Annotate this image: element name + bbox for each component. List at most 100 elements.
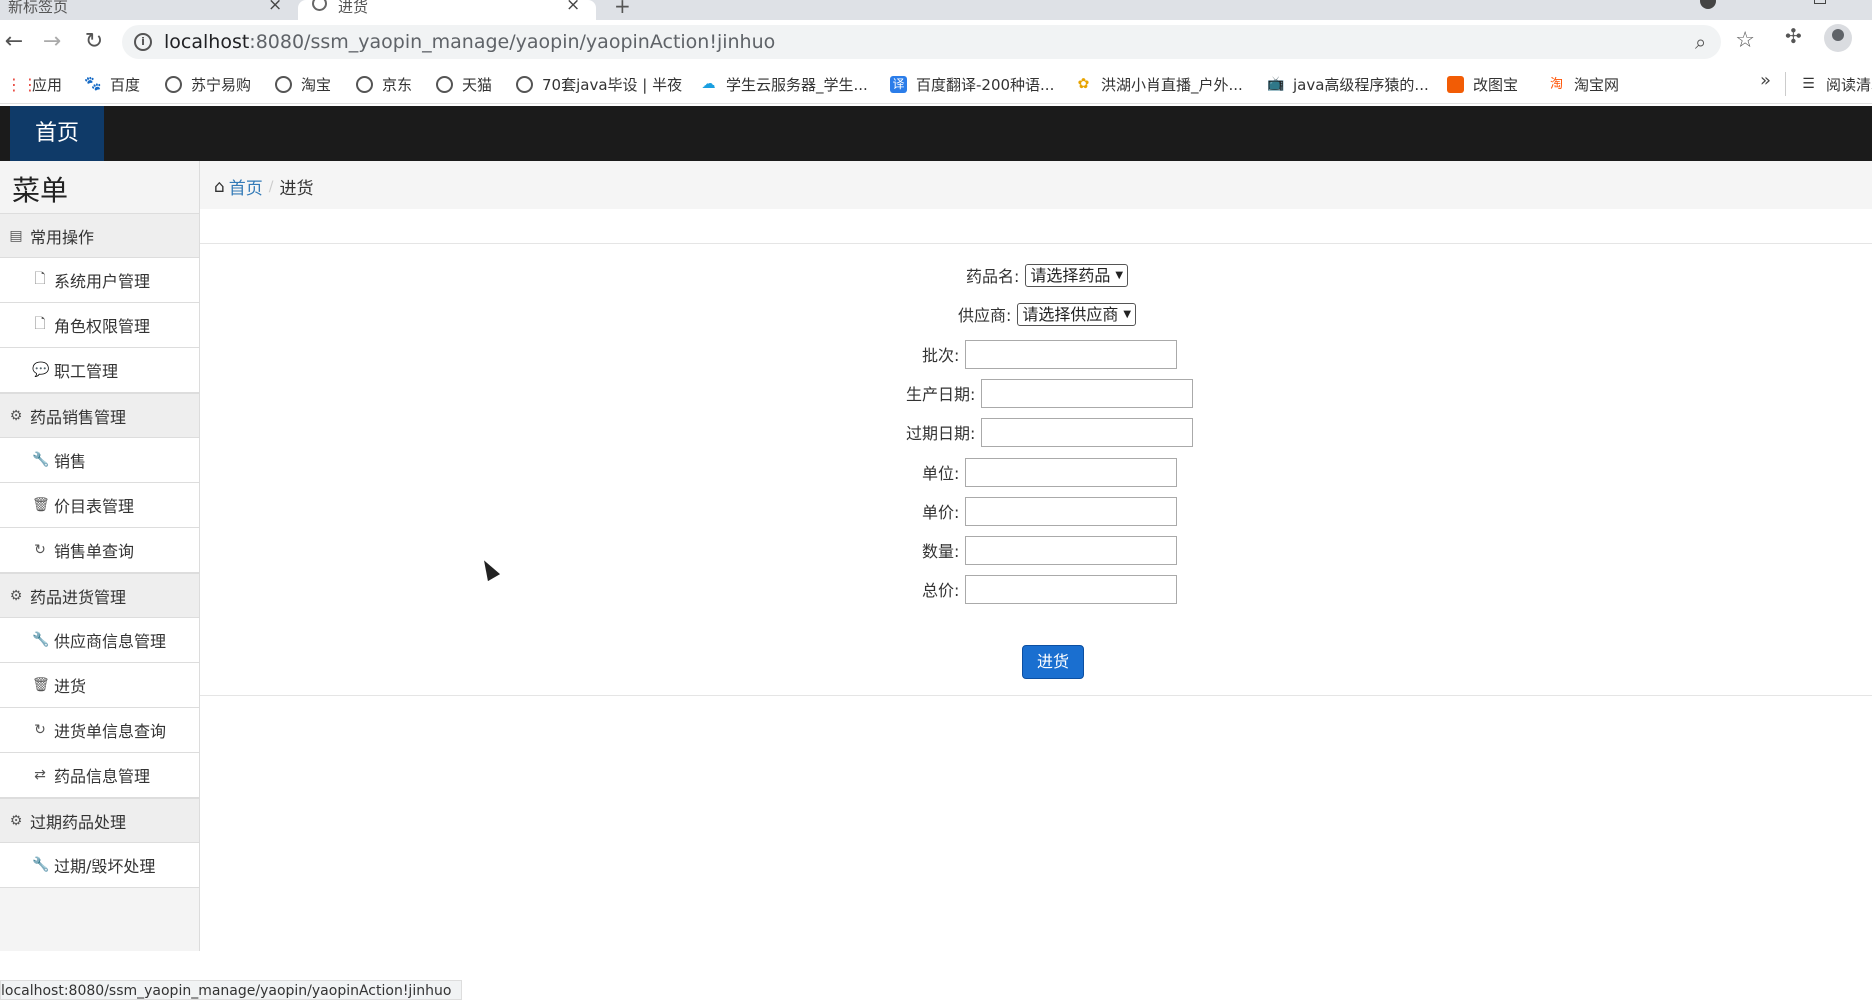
content-divider-bottom bbox=[200, 695, 1872, 696]
production-date-input[interactable] bbox=[981, 378, 1194, 408]
huya-icon: ✿ bbox=[1077, 75, 1090, 92]
reading-list-button[interactable]: ☰ 阅读清单 bbox=[1800, 73, 1872, 95]
expiry-date-input[interactable] bbox=[981, 417, 1194, 447]
menu-group-purchase[interactable]: ⚙ 药品进货管理 bbox=[0, 573, 199, 618]
menu-group-label: 药品销售管理 bbox=[30, 407, 127, 427]
form-row-batch: 批次: bbox=[922, 339, 1178, 369]
browser-tab-jinhuo[interactable]: 进货 × bbox=[298, 0, 596, 20]
file-icon: 🗋 bbox=[34, 271, 46, 287]
tab-title: 进货 bbox=[338, 0, 369, 16]
bookmark-taobao-net[interactable]: 淘 淘宝网 bbox=[1548, 73, 1619, 95]
sidebar-item-drug-info[interactable]: ⇄ 药品信息管理 bbox=[0, 753, 199, 798]
sidebar-item-staff[interactable]: 💬 职工管理 bbox=[0, 348, 199, 393]
bookmark-suning[interactable]: 苏宁易购 bbox=[165, 73, 251, 95]
globe-icon bbox=[275, 75, 292, 93]
retweet-icon: ⇄ bbox=[34, 767, 46, 783]
unit-price-input[interactable] bbox=[965, 496, 1178, 526]
bookmarks-overflow-button[interactable]: » bbox=[1760, 70, 1771, 91]
window-restore-icon[interactable] bbox=[1814, 0, 1826, 4]
sidebar: 菜单 ▤ 常用操作 🗋 系统用户管理 🗋 角色权限管理 💬 职工管理 ⚙ 药品销… bbox=[0, 161, 200, 951]
batch-label: 批次: bbox=[922, 346, 960, 365]
breadcrumb-bar: ⌂ 首页 / 进货 bbox=[200, 161, 1872, 209]
bookmark-label: 70套java毕设 | 半夜 bbox=[542, 75, 683, 94]
bookmark-tmall[interactable]: 天猫 bbox=[436, 73, 492, 95]
bookmark-baidu[interactable]: 🐾 百度 bbox=[84, 73, 140, 95]
address-bar[interactable]: i localhost:8080/ssm_yaopin_manage/yaopi… bbox=[122, 25, 1755, 59]
close-icon[interactable]: × bbox=[268, 0, 282, 15]
sidebar-item-label: 系统用户管理 bbox=[54, 272, 151, 291]
profile-avatar-icon[interactable] bbox=[1824, 24, 1852, 52]
sidebar-item-sale[interactable]: 🔧 销售 bbox=[0, 438, 199, 483]
sidebar-item-price-list[interactable]: 🗑 价目表管理 bbox=[0, 483, 199, 528]
refresh-icon: ↻ bbox=[34, 542, 46, 558]
comment-icon: 💬 bbox=[32, 362, 50, 378]
globe-icon bbox=[312, 0, 327, 11]
browser-toolbar: ← → ↻ i localhost:8080/ssm_yaopin_manage… bbox=[0, 20, 1872, 64]
form-row-expiry-date: 过期日期: bbox=[906, 417, 1194, 447]
tab-title: 新标签页 bbox=[8, 0, 69, 16]
wrench-icon: 🔧 bbox=[32, 857, 50, 873]
url-text[interactable]: localhost:8080/ssm_yaopin_manage/yaopin/… bbox=[164, 31, 775, 53]
sidebar-item-purchase-query[interactable]: ↻ 进货单信息查询 bbox=[0, 708, 199, 753]
site-info-icon[interactable]: i bbox=[134, 33, 152, 51]
bookmark-baidu-translate[interactable]: 译 百度翻译-200种语... bbox=[890, 73, 1054, 95]
sidebar-item-label: 进货单信息查询 bbox=[54, 722, 167, 741]
back-arrow-icon[interactable]: ← bbox=[0, 28, 28, 56]
quantity-input[interactable] bbox=[965, 535, 1178, 565]
bookmark-label: 改图宝 bbox=[1473, 75, 1519, 94]
sidebar-item-label: 角色权限管理 bbox=[54, 317, 151, 336]
sidebar-menu: ▤ 常用操作 🗋 系统用户管理 🗋 角色权限管理 💬 职工管理 ⚙ 药品销售管理… bbox=[0, 213, 199, 888]
batch-input[interactable] bbox=[965, 339, 1178, 369]
menu-group-common[interactable]: ▤ 常用操作 bbox=[0, 213, 199, 258]
forward-arrow-icon[interactable]: → bbox=[38, 28, 66, 56]
drug-label: 药品名: bbox=[966, 267, 1020, 286]
url-host: localhost bbox=[164, 31, 250, 53]
breadcrumb-separator: / bbox=[268, 178, 274, 195]
sidebar-item-expired-damaged[interactable]: 🔧 过期/毁坏处理 bbox=[0, 843, 199, 888]
new-tab-button[interactable]: + bbox=[614, 0, 631, 18]
sidebar-item-purchase[interactable]: 🗑 进货 bbox=[0, 663, 199, 708]
bookmark-label: 淘宝 bbox=[301, 75, 332, 94]
close-icon[interactable]: × bbox=[566, 0, 580, 15]
bookmark-label: java高级程序猿的... bbox=[1293, 75, 1429, 94]
sidebar-item-supplier[interactable]: 🔧 供应商信息管理 bbox=[0, 618, 199, 663]
gear-icon: ⚙ bbox=[9, 812, 23, 829]
bookmark-apps[interactable]: ⋮⋮ 应用 bbox=[6, 73, 62, 95]
bookmark-label: 淘宝网 bbox=[1574, 75, 1620, 94]
bookmark-bilibili[interactable]: 📺 java高级程序猿的... bbox=[1267, 73, 1429, 95]
unit-label: 单位: bbox=[922, 464, 960, 483]
menu-group-sales[interactable]: ⚙ 药品销售管理 bbox=[0, 393, 199, 438]
bookmark-huya[interactable]: ✿ 洪湖小肖直播_户外... bbox=[1075, 73, 1243, 95]
file-icon: 🗋 bbox=[34, 316, 46, 332]
breadcrumb-home-link[interactable]: 首页 bbox=[229, 174, 263, 199]
supplier-select[interactable]: 请选择供应商 ▼ bbox=[1017, 302, 1137, 326]
translate-icon: 译 bbox=[890, 75, 907, 93]
quantity-label: 数量: bbox=[922, 542, 960, 561]
tab-search-icon[interactable] bbox=[1700, 0, 1716, 9]
purchase-submit-button[interactable]: 进货 bbox=[1022, 645, 1084, 679]
nav-home-link[interactable]: 首页 bbox=[10, 106, 104, 161]
url-path: :8080/ssm_yaopin_manage/yaopin/yaopinAct… bbox=[249, 31, 776, 53]
extensions-puzzle-icon[interactable]: ✣ bbox=[1785, 24, 1802, 48]
bookmark-gaitubao[interactable]: 改图宝 bbox=[1447, 73, 1518, 95]
unit-input[interactable] bbox=[965, 457, 1178, 487]
bookmark-star-icon[interactable]: ☆ bbox=[1735, 28, 1755, 53]
sidebar-item-label: 供应商信息管理 bbox=[54, 632, 167, 651]
sidebar-item-sales-query[interactable]: ↻ 销售单查询 bbox=[0, 528, 199, 573]
menu-group-label: 常用操作 bbox=[30, 227, 95, 247]
reload-icon[interactable]: ↻ bbox=[80, 28, 108, 56]
bookmark-taobao[interactable]: 淘宝 bbox=[275, 73, 331, 95]
menu-group-expired[interactable]: ⚙ 过期药品处理 bbox=[0, 798, 199, 843]
bookmark-student-cloud[interactable]: ☁ 学生云服务器_学生... bbox=[700, 73, 868, 95]
sidebar-item-role-permissions[interactable]: 🗋 角色权限管理 bbox=[0, 303, 199, 348]
bookmark-java-projects[interactable]: 70套java毕设 | 半夜 bbox=[516, 73, 682, 95]
form-row-production-date: 生产日期: bbox=[906, 378, 1194, 408]
zoom-icon[interactable]: ⌕ bbox=[1695, 30, 1706, 54]
chevron-down-icon: ▼ bbox=[1115, 269, 1124, 281]
total-input[interactable] bbox=[965, 574, 1178, 604]
unit-price-label: 单价: bbox=[922, 503, 960, 522]
sidebar-item-system-users[interactable]: 🗋 系统用户管理 bbox=[0, 258, 199, 303]
browser-tab-new-tab[interactable]: 新标签页 × bbox=[0, 0, 298, 20]
drug-select[interactable]: 请选择药品 ▼ bbox=[1025, 263, 1129, 287]
bookmark-jd[interactable]: 京东 bbox=[356, 73, 412, 95]
